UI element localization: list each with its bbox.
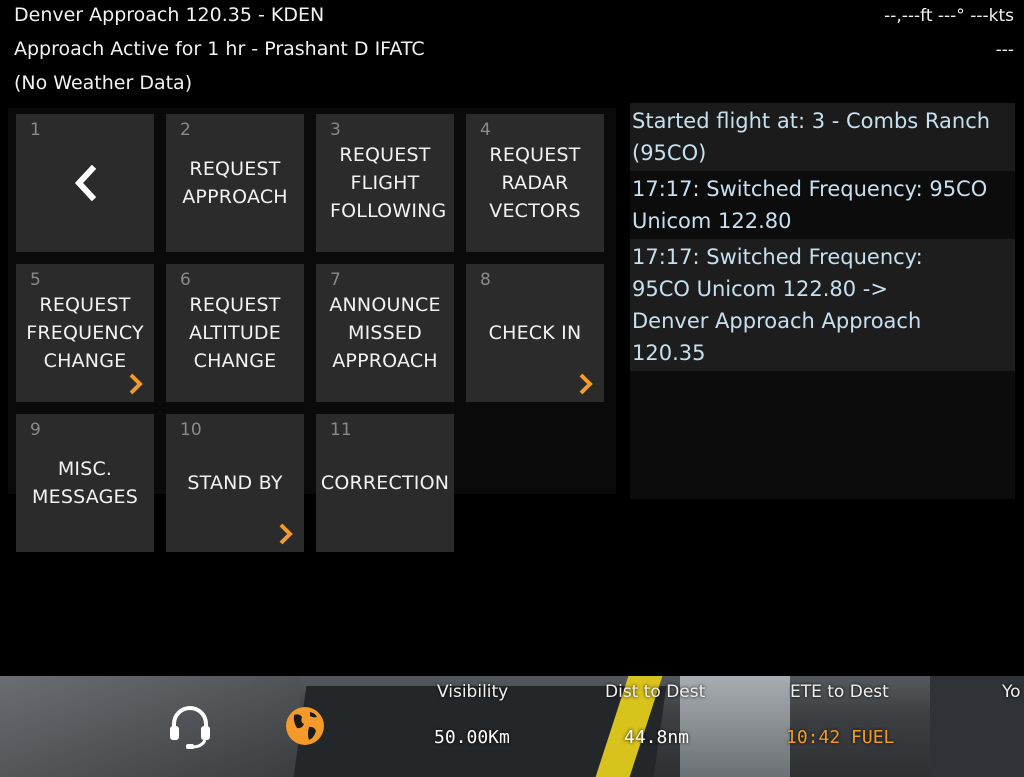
tile-number: 7: [330, 270, 341, 290]
request-radar-vectors-button[interactable]: 4 REQUEST RADAR VECTORS: [466, 114, 604, 252]
ete-to-dest-title: ETE to Dest: [790, 682, 889, 702]
chevron-right-icon: [279, 523, 293, 545]
tile-label: STAND BY: [187, 472, 283, 494]
tile-label: REQUEST RADAR VECTORS: [489, 144, 581, 222]
tile-number: 6: [180, 270, 191, 290]
misc-messages-button[interactable]: 9 MISC. MESSAGES: [16, 414, 154, 552]
chevron-right-icon: [579, 373, 593, 395]
tile-label: REQUEST FLIGHT FOLLOWING: [330, 144, 447, 222]
atc-menu-panel: 1 2 REQUEST APPROACH 3 REQUEST FLIGHT FO…: [8, 108, 616, 552]
tile-label: ANNOUNCE MISSED APPROACH: [329, 294, 441, 372]
visibility-title: Visibility: [437, 682, 509, 702]
bottom-status-bar: Visibility 50.00Km Dist to Dest 44.8nm E…: [0, 676, 1024, 777]
ete-to-dest-value: 10:42 FUEL: [786, 727, 895, 748]
tile-number: 11: [330, 420, 352, 440]
visibility-value: 50.00Km: [434, 727, 510, 748]
check-in-button[interactable]: 8 CHECK IN: [466, 264, 604, 402]
chevron-left-icon: [74, 165, 97, 201]
announce-missed-approach-button[interactable]: 7 ANNOUNCE MISSED APPROACH: [316, 264, 454, 402]
stand-by-button[interactable]: 10 STAND BY: [166, 414, 304, 552]
log-entry: 17:17: Switched Frequency: 95CO Unicom 1…: [632, 177, 988, 233]
chevron-right-icon: [129, 373, 143, 395]
tile-number: 8: [480, 270, 491, 290]
tile-number: 2: [180, 120, 191, 140]
tile-number: 4: [480, 120, 491, 140]
request-approach-button[interactable]: 2 REQUEST APPROACH: [166, 114, 304, 252]
tile-label: REQUEST FREQUENCY CHANGE: [26, 294, 144, 372]
tile-label: REQUEST ALTITUDE CHANGE: [189, 294, 281, 372]
request-frequency-change-button[interactable]: 5 REQUEST FREQUENCY CHANGE: [16, 264, 154, 402]
log-entry: 17:17: Switched Frequency: 95CO Unicom 1…: [630, 239, 1015, 371]
tile-number: 1: [30, 120, 41, 140]
tile-label: CHECK IN: [488, 322, 582, 344]
truncated-stat-title: Yo: [1002, 682, 1021, 702]
frequency-title: Denver Approach 120.35 - KDEN: [14, 4, 325, 26]
log-entry: Started flight at: 3 - Combs Ranch (95CO…: [630, 103, 1015, 171]
correction-button[interactable]: 11 CORRECTION: [316, 414, 454, 552]
tile-label: REQUEST APPROACH: [182, 158, 288, 208]
request-flight-following-button[interactable]: 3 REQUEST FLIGHT FOLLOWING: [316, 114, 454, 252]
tile-number: 9: [30, 420, 41, 440]
approach-session-status: Approach Active for 1 hr - Prashant D IF…: [14, 38, 425, 60]
globe-icon[interactable]: [284, 705, 326, 747]
tile-number: 10: [180, 420, 202, 440]
headset-icon[interactable]: [166, 702, 214, 750]
tile-label: MISC. MESSAGES: [32, 458, 138, 508]
dist-to-dest-title: Dist to Dest: [605, 682, 706, 702]
dist-to-dest-value: 44.8nm: [624, 727, 690, 748]
request-altitude-change-button[interactable]: 6 REQUEST ALTITUDE CHANGE: [166, 264, 304, 402]
back-button[interactable]: 1: [16, 114, 154, 252]
cockpit-panel-background: [0, 676, 300, 777]
atc-log-panel[interactable]: Started flight at: 3 - Combs Ranch (95CO…: [630, 103, 1015, 499]
tile-number: 3: [330, 120, 341, 140]
tile-label: CORRECTION: [320, 472, 450, 494]
telemetry-readout: --,---ft ---° ---kts: [884, 6, 1014, 26]
telemetry-subreadout: ---: [995, 40, 1014, 60]
weather-status: (No Weather Data): [14, 72, 193, 94]
tile-number: 5: [30, 270, 41, 290]
